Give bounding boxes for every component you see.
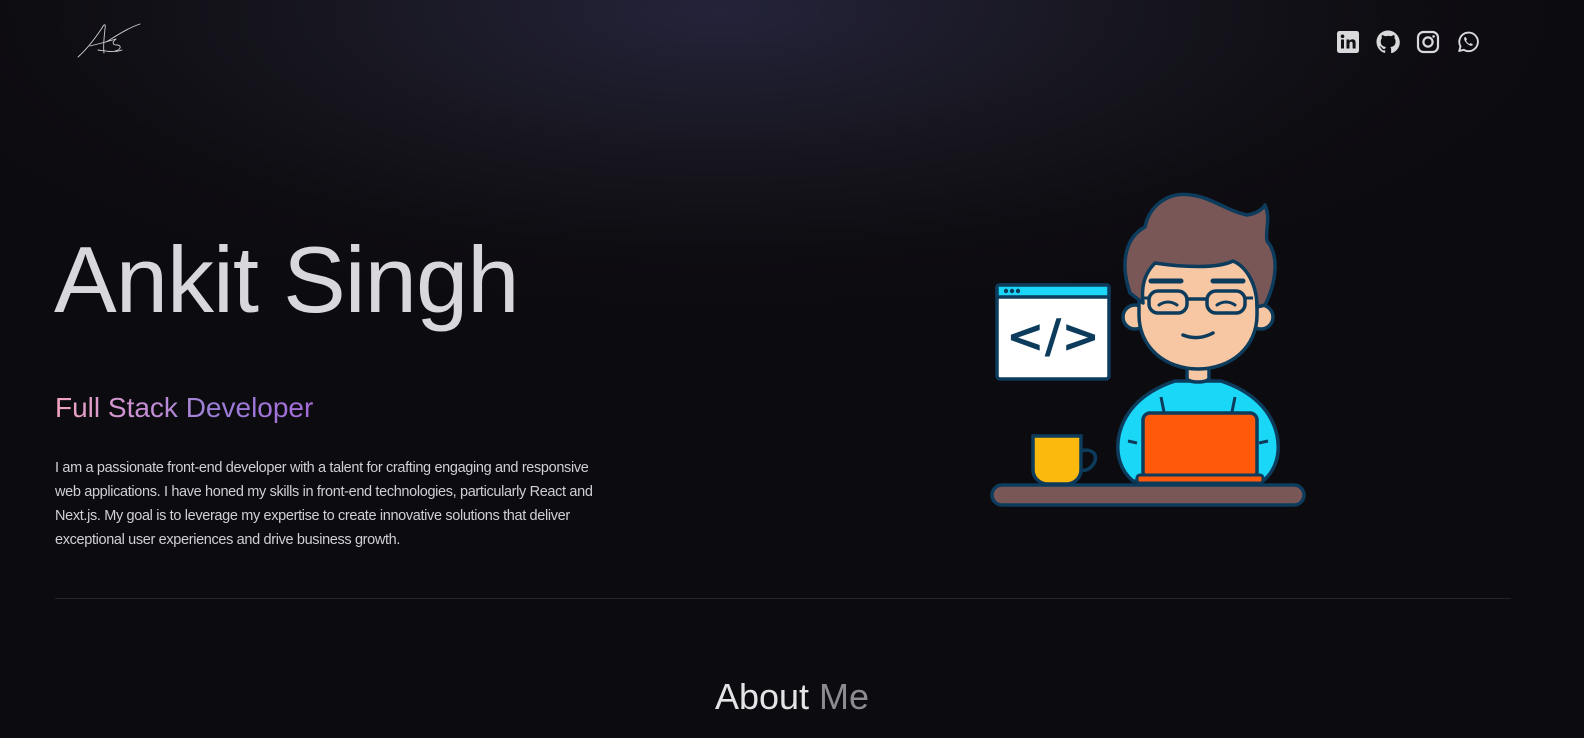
social-links <box>1336 30 1480 54</box>
github-icon[interactable] <box>1376 30 1400 54</box>
signature-logo[interactable] <box>76 20 142 60</box>
about-title-part2: Me <box>819 676 870 717</box>
hero-description: I am a passionate front-end developer wi… <box>55 460 593 548</box>
hero-role: Full Stack Developer <box>55 392 314 423</box>
developer-at-laptop-illustration: </> <box>985 185 1315 515</box>
hero-name: Ankit Singh <box>54 227 520 332</box>
code-window-text: </> <box>1006 309 1100 363</box>
linkedin-icon[interactable] <box>1336 30 1360 54</box>
whatsapp-icon[interactable] <box>1456 30 1480 54</box>
section-divider <box>55 598 1511 599</box>
instagram-icon[interactable] <box>1416 30 1440 54</box>
about-me-heading: About Me <box>0 676 1584 718</box>
about-title-part1: About <box>714 676 810 717</box>
